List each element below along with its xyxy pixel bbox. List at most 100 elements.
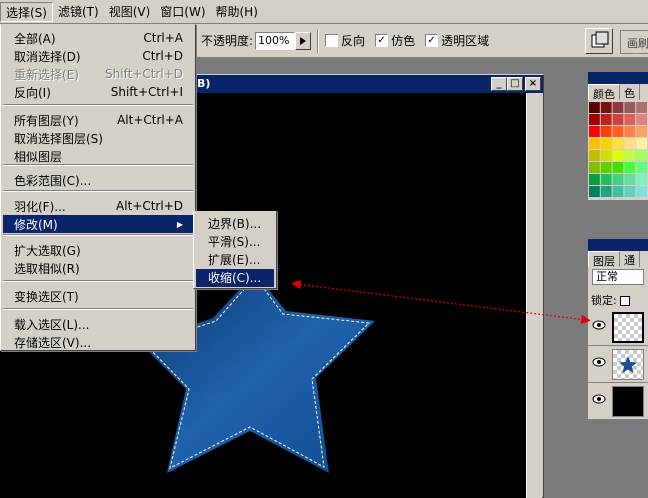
menu-item[interactable]: 选取相似(R) <box>3 259 193 277</box>
menu-filter[interactable]: 滤镜(T) <box>53 2 104 22</box>
color-swatch[interactable] <box>589 126 600 137</box>
swatches-panel-titlebar[interactable] <box>588 72 648 84</box>
layer-row[interactable] <box>588 383 648 420</box>
color-swatch[interactable] <box>624 174 636 185</box>
tab-layers[interactable]: 图层 <box>588 251 620 268</box>
color-swatch[interactable] <box>636 186 647 197</box>
color-swatch[interactable] <box>636 114 647 125</box>
color-swatch[interactable] <box>612 162 624 173</box>
color-swatch[interactable] <box>612 138 624 149</box>
color-swatch[interactable] <box>612 102 624 113</box>
menu-item[interactable]: 相似图层 <box>3 147 193 165</box>
blend-mode-select[interactable]: 正常 <box>592 269 644 285</box>
swatch-grid[interactable] <box>588 100 648 200</box>
menu-item-label: 所有图层(Y) <box>14 113 79 128</box>
tab-channels[interactable]: 通 <box>620 251 640 267</box>
eye-icon[interactable] <box>592 320 606 330</box>
color-swatch[interactable] <box>600 126 612 137</box>
color-swatch[interactable] <box>624 150 636 161</box>
menu-select[interactable]: 选择(S) <box>0 1 53 22</box>
maximize-icon[interactable]: □ <box>507 77 523 91</box>
reverse-label: 反向 <box>341 34 366 48</box>
tab-swatches[interactable]: 色 <box>620 84 640 100</box>
options-bar: 不透明度: 100% 反向 ✓ 仿色 ✓ 透明区域 <box>195 24 648 58</box>
color-swatch[interactable] <box>624 102 636 113</box>
color-swatch[interactable] <box>589 150 600 161</box>
layer-row[interactable] <box>588 346 648 383</box>
menu-view[interactable]: 视图(V) <box>104 2 156 22</box>
color-swatch[interactable] <box>636 150 647 161</box>
color-swatch[interactable] <box>589 186 600 197</box>
color-swatch[interactable] <box>612 126 624 137</box>
menu-item[interactable]: 载入选区(L)... <box>3 315 193 333</box>
color-swatch[interactable] <box>600 138 612 149</box>
color-swatch[interactable] <box>636 174 647 185</box>
menu-item[interactable]: 反向(I) Shift+Ctrl+I <box>3 83 193 101</box>
color-swatch[interactable] <box>600 114 612 125</box>
menu-item-label: 载入选区(L)... <box>14 317 90 332</box>
color-swatch[interactable] <box>612 114 624 125</box>
reverse-checkbox[interactable]: 反向 <box>325 32 365 49</box>
color-swatch[interactable] <box>612 174 624 185</box>
submenu-item[interactable]: 边界(B)... <box>196 215 274 233</box>
menu-item[interactable]: 取消选择(D) Ctrl+D <box>3 47 193 65</box>
eye-icon[interactable] <box>592 357 606 367</box>
submenu-arrow-icon: ▶ <box>176 219 183 229</box>
menu-help[interactable]: 帮助(H) <box>211 2 263 22</box>
layers-tabs: 图层 通 <box>588 251 648 268</box>
color-swatch[interactable] <box>636 102 647 113</box>
select-menu: 全部(A) Ctrl+A 取消选择(D) Ctrl+D 重新选择(E) Shift+Ctr… <box>0 24 196 351</box>
color-swatch[interactable] <box>589 138 600 149</box>
color-swatch[interactable] <box>612 186 624 197</box>
menu-item[interactable]: 存储选区(V)... <box>3 333 193 351</box>
color-swatch[interactable] <box>612 150 624 161</box>
color-swatch[interactable] <box>636 162 647 173</box>
color-swatch[interactable] <box>636 138 647 149</box>
tab-color[interactable]: 颜色 <box>588 84 620 101</box>
color-swatch[interactable] <box>600 150 612 161</box>
color-swatch[interactable] <box>624 186 636 197</box>
opacity-input[interactable]: 100% <box>255 31 296 50</box>
color-swatch[interactable] <box>589 162 600 173</box>
opacity-label: 不透明度: <box>201 34 254 48</box>
menu-item[interactable]: 修改(M) ▶ <box>3 215 193 233</box>
lock-transparency-icon[interactable] <box>620 296 631 306</box>
color-swatch[interactable] <box>600 174 612 185</box>
color-swatch[interactable] <box>600 162 612 173</box>
eye-icon[interactable] <box>592 394 606 404</box>
menu-item[interactable]: 羽化(F)... Alt+Ctrl+D <box>3 197 193 215</box>
opacity-arrow-button[interactable] <box>295 31 312 50</box>
menu-item[interactable]: 变换选区(T) <box>3 287 193 305</box>
brushes-well-tab[interactable]: 画刷 <box>620 30 648 54</box>
close-icon[interactable]: × <box>525 77 541 91</box>
transparency-checkbox[interactable]: ✓ 透明区域 <box>425 32 489 49</box>
color-swatch[interactable] <box>624 138 636 149</box>
submenu-item[interactable]: 收缩(C)... <box>196 269 274 287</box>
submenu-item[interactable]: 扩展(E)... <box>196 251 274 269</box>
minimize-icon[interactable]: _ <box>491 77 507 91</box>
menu-item[interactable]: 色彩范围(C)... <box>3 171 193 189</box>
document-titlebar[interactable]: B) _ □ × <box>161 75 543 93</box>
menu-item[interactable]: 所有图层(Y) Alt+Ctrl+A <box>3 111 193 129</box>
color-swatch[interactable] <box>600 102 612 113</box>
layers-panel-titlebar[interactable] <box>588 239 648 251</box>
document-scrollbar[interactable] <box>526 93 542 498</box>
color-swatch[interactable] <box>636 126 647 137</box>
layer-row[interactable] <box>588 309 648 346</box>
menu-item[interactable]: 取消选择图层(S) <box>3 129 193 147</box>
dither-checkbox[interactable]: ✓ 仿色 <box>375 32 415 49</box>
submenu-item[interactable]: 平滑(S)... <box>196 233 274 251</box>
menu-item-label: 修改(M) <box>14 217 58 232</box>
color-swatch[interactable] <box>589 174 600 185</box>
menu-separator <box>3 164 193 166</box>
menu-item[interactable]: 扩大选取(G) <box>3 241 193 259</box>
palette-toggle-button[interactable] <box>585 28 613 54</box>
menu-window[interactable]: 窗口(W) <box>155 2 210 22</box>
color-swatch[interactable] <box>589 102 600 113</box>
color-swatch[interactable] <box>624 114 636 125</box>
color-swatch[interactable] <box>600 186 612 197</box>
color-swatch[interactable] <box>624 126 636 137</box>
menu-item[interactable]: 全部(A) Ctrl+A <box>3 29 193 47</box>
color-swatch[interactable] <box>624 162 636 173</box>
color-swatch[interactable] <box>589 114 600 125</box>
